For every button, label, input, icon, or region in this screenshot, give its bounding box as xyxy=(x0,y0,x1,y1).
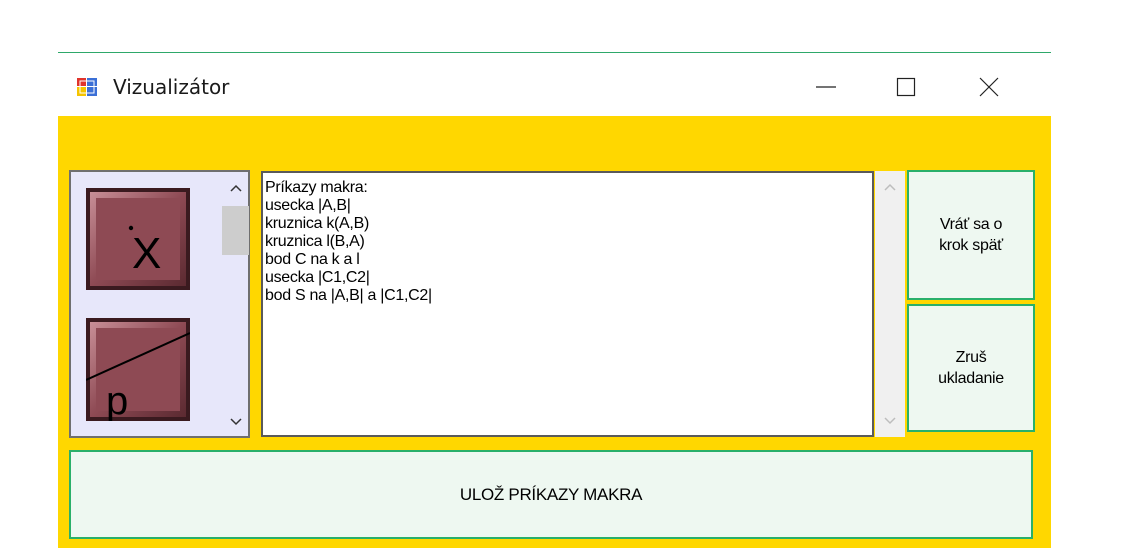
undo-label-line1: Vráť sa o xyxy=(939,216,1003,233)
minimize-button[interactable] xyxy=(803,69,849,109)
tool-panel-scrollbar[interactable] xyxy=(215,172,249,436)
scroll-down-icon[interactable] xyxy=(875,411,905,431)
window-title: Vizualizátor xyxy=(113,75,230,99)
scroll-down-icon[interactable] xyxy=(222,412,249,432)
macro-line: usecka |A,B| xyxy=(265,197,351,214)
cancel-saving-button[interactable]: Zruš ukladanie xyxy=(907,304,1035,432)
maximize-button[interactable] xyxy=(883,69,929,109)
macro-line: Príkazy makra: xyxy=(265,179,368,196)
macro-line: usecka |C1,C2| xyxy=(265,269,370,286)
title-bar[interactable]: Vizualizátor xyxy=(58,53,1051,116)
save-macro-button[interactable]: ULOŽ PRÍKAZY MAKRA xyxy=(69,450,1033,539)
close-button[interactable] xyxy=(966,69,1012,109)
cancel-label-line2: ukladanie xyxy=(938,370,1004,387)
macro-line: kruznica k(A,B) xyxy=(265,215,369,232)
tool-panel: X p xyxy=(69,170,250,438)
scroll-up-icon[interactable] xyxy=(222,178,249,198)
maximize-icon xyxy=(896,77,916,102)
minimize-icon xyxy=(816,77,836,102)
undo-label-line2: krok späť xyxy=(939,237,1003,254)
undo-step-button[interactable]: Vráť sa o krok späť xyxy=(907,170,1035,300)
cancel-label-line1: Zruš xyxy=(955,349,987,366)
scrollbar-thumb[interactable] xyxy=(222,206,249,255)
svg-text:p: p xyxy=(106,379,128,421)
svg-text:X: X xyxy=(132,229,161,278)
macro-line: kruznica l(B,A) xyxy=(265,233,365,250)
textbox-scrollbar[interactable] xyxy=(875,171,905,437)
close-icon xyxy=(979,77,999,102)
scroll-up-icon[interactable] xyxy=(875,177,905,197)
client-area: X p Príkazy makra: usecka |A,B| kruznica… xyxy=(58,116,1051,548)
macro-line: bod S na |A,B| a |C1,C2| xyxy=(265,287,432,304)
macro-line: bod C na k a l xyxy=(265,251,360,268)
line-with-point-tool-button[interactable]: p xyxy=(85,318,191,423)
macro-commands-textbox[interactable]: Príkazy makra: usecka |A,B| kruznica k(A… xyxy=(261,171,874,437)
point-on-intersection-tool-button[interactable]: X xyxy=(86,188,190,290)
app-window-icon xyxy=(77,78,97,96)
